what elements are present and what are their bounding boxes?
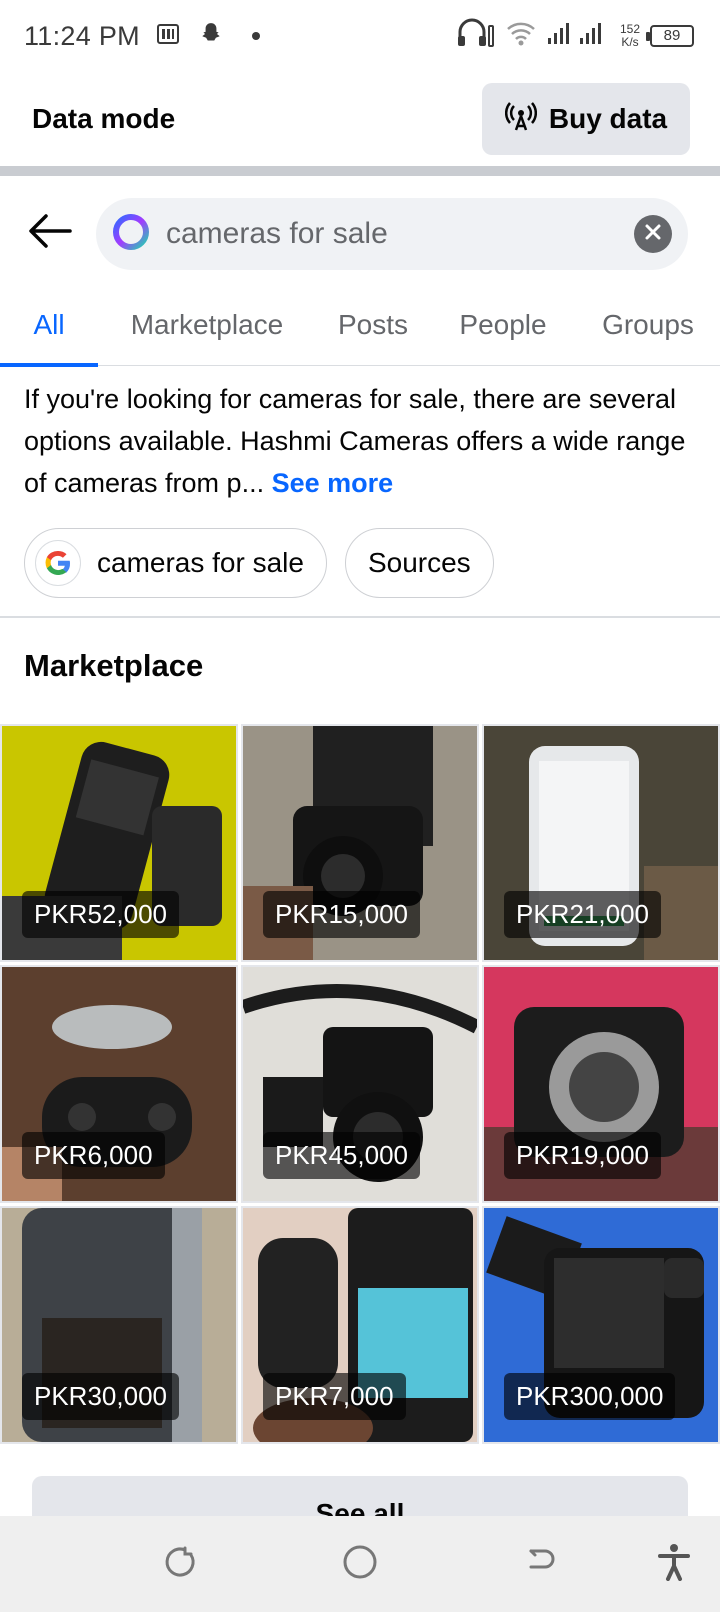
recents-button[interactable] (156, 1540, 204, 1588)
home-circle-icon (341, 1543, 379, 1586)
listing-tile[interactable]: PKR45,000 (241, 965, 479, 1203)
clear-search-button[interactable] (634, 215, 672, 253)
data-mode-bar: Data mode Buy data (0, 72, 720, 176)
status-bar: 11:24 PM 152 K/s 89 (0, 0, 720, 72)
buy-data-label: Buy data (548, 103, 668, 134)
back-button[interactable] (22, 205, 78, 261)
listing-tile[interactable]: PKR300,000 (482, 1206, 720, 1444)
back-nav-icon (523, 1545, 557, 1584)
wifi-icon (506, 20, 536, 51)
listing-price: PKR52,000 (22, 891, 179, 938)
notification-dot-icon (251, 32, 260, 40)
listing-price: PKR30,000 (22, 1373, 179, 1420)
home-button[interactable] (336, 1540, 384, 1588)
battery-level: 89 (663, 27, 681, 44)
back-arrow-icon (28, 213, 72, 254)
search-tabs: All Marketplace Posts People Groups (0, 284, 720, 367)
listing-price: PKR6,000 (22, 1132, 165, 1179)
sources-chip[interactable]: Sources (344, 528, 494, 598)
listing-tile[interactable]: PKR6,000 (0, 965, 238, 1203)
listing-tile[interactable]: PKR15,000 (241, 724, 479, 962)
tab-groups[interactable]: Groups (576, 284, 720, 366)
listing-tile[interactable]: PKR52,000 (0, 724, 238, 962)
sim-icon (156, 22, 180, 51)
meta-ai-icon (112, 213, 150, 256)
accessibility-icon (657, 1543, 691, 1586)
signal-icon (546, 20, 610, 51)
tab-marketplace[interactable]: Marketplace (98, 284, 316, 366)
snapchat-icon (198, 21, 224, 52)
search-query: cameras for sale (166, 217, 388, 250)
tab-posts[interactable]: Posts (316, 284, 430, 366)
recents-icon (163, 1545, 197, 1584)
listing-tile[interactable]: PKR21,000 (482, 724, 720, 962)
network-speed: 152 K/s (619, 21, 640, 49)
see-more-link[interactable]: See more (272, 468, 394, 498)
google-chip-label: cameras for sale (97, 547, 304, 578)
speed-unit: K/s (621, 34, 639, 49)
accessibility-button[interactable] (650, 1540, 698, 1588)
google-icon (35, 540, 81, 586)
listing-price: PKR21,000 (504, 891, 661, 938)
battery-icon: 89 (646, 24, 694, 47)
system-nav-bar (0, 1516, 720, 1612)
marketplace-grid: PKR52,000 PKR15,000 PKR21,000 PKR6,000 P… (0, 724, 720, 1444)
listing-price: PKR19,000 (504, 1132, 661, 1179)
listing-tile[interactable]: PKR7,000 (241, 1206, 479, 1444)
headphones-icon (456, 18, 496, 53)
source-chips: cameras for sale Sources (24, 528, 494, 598)
marketplace-title: Marketplace (24, 648, 204, 683)
status-time: 11:24 PM (24, 20, 140, 51)
ai-summary: If you're looking for cameras for sale, … (24, 378, 704, 504)
listing-tile[interactable]: PKR30,000 (0, 1206, 238, 1444)
search-input[interactable]: cameras for sale (96, 198, 688, 270)
google-search-chip[interactable]: cameras for sale (24, 528, 327, 598)
listing-price: PKR45,000 (263, 1132, 420, 1179)
data-mode-label: Data mode (32, 103, 176, 134)
search-row: cameras for sale (0, 186, 720, 280)
section-divider (0, 616, 720, 618)
listing-tile[interactable]: PKR19,000 (482, 965, 720, 1203)
listing-price: PKR7,000 (263, 1373, 406, 1420)
back-nav-button[interactable] (516, 1540, 564, 1588)
listing-price: PKR300,000 (504, 1373, 676, 1420)
speed-value: 152 (619, 21, 640, 36)
broadcast-icon (504, 100, 537, 139)
close-icon (644, 223, 662, 246)
tab-people[interactable]: People (430, 284, 576, 366)
sources-chip-label: Sources (367, 547, 471, 578)
tab-all[interactable]: All (0, 284, 98, 367)
buy-data-button[interactable]: Buy data (482, 83, 690, 155)
listing-price: PKR15,000 (263, 891, 420, 938)
